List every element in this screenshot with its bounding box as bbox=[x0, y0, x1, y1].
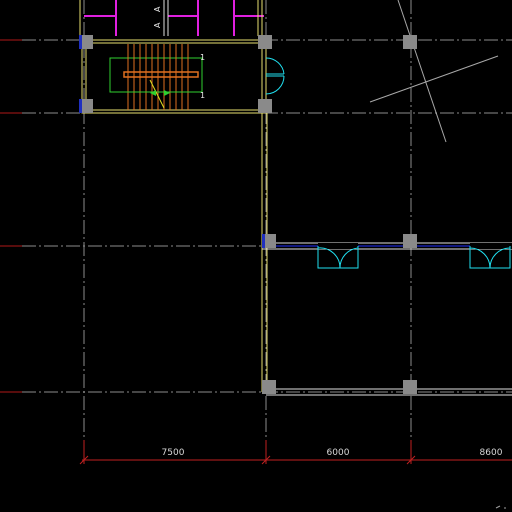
room-marks: A A bbox=[153, 6, 162, 28]
column bbox=[403, 35, 417, 49]
dimension-label-8600: 8600 bbox=[480, 448, 503, 458]
dimension-line: 7500 6000 8600 bbox=[79, 440, 512, 465]
upper-room-partitions bbox=[79, 0, 264, 36]
dimension-label-7500: 7500 bbox=[162, 448, 185, 458]
stair: 1 1 bbox=[109, 44, 205, 110]
columns bbox=[79, 35, 417, 394]
column bbox=[262, 380, 276, 394]
stair-mark-down: 1 bbox=[200, 91, 205, 100]
cad-drawing-canvas[interactable]: A A 1 1 7500 6000 8600 bbox=[0, 0, 512, 512]
diagonal-construction-lines bbox=[369, 0, 499, 143]
horizontal-grid-axes bbox=[0, 39, 512, 393]
vertical-grid-axes bbox=[83, 0, 412, 440]
column bbox=[403, 234, 417, 248]
stair-door bbox=[265, 57, 285, 95]
stair-handrail bbox=[123, 71, 199, 78]
corner-marks bbox=[495, 505, 506, 509]
column bbox=[258, 35, 272, 49]
dimension-label-6000: 6000 bbox=[327, 448, 350, 458]
column bbox=[258, 99, 272, 113]
room-mark-right: A bbox=[153, 6, 162, 12]
room-mark-left: A bbox=[153, 22, 162, 28]
stair-mark-up: 1 bbox=[200, 53, 205, 62]
floor-plan: A A 1 1 7500 6000 8600 bbox=[0, 0, 512, 509]
column bbox=[403, 380, 417, 394]
room-wall-with-doors bbox=[262, 242, 512, 269]
